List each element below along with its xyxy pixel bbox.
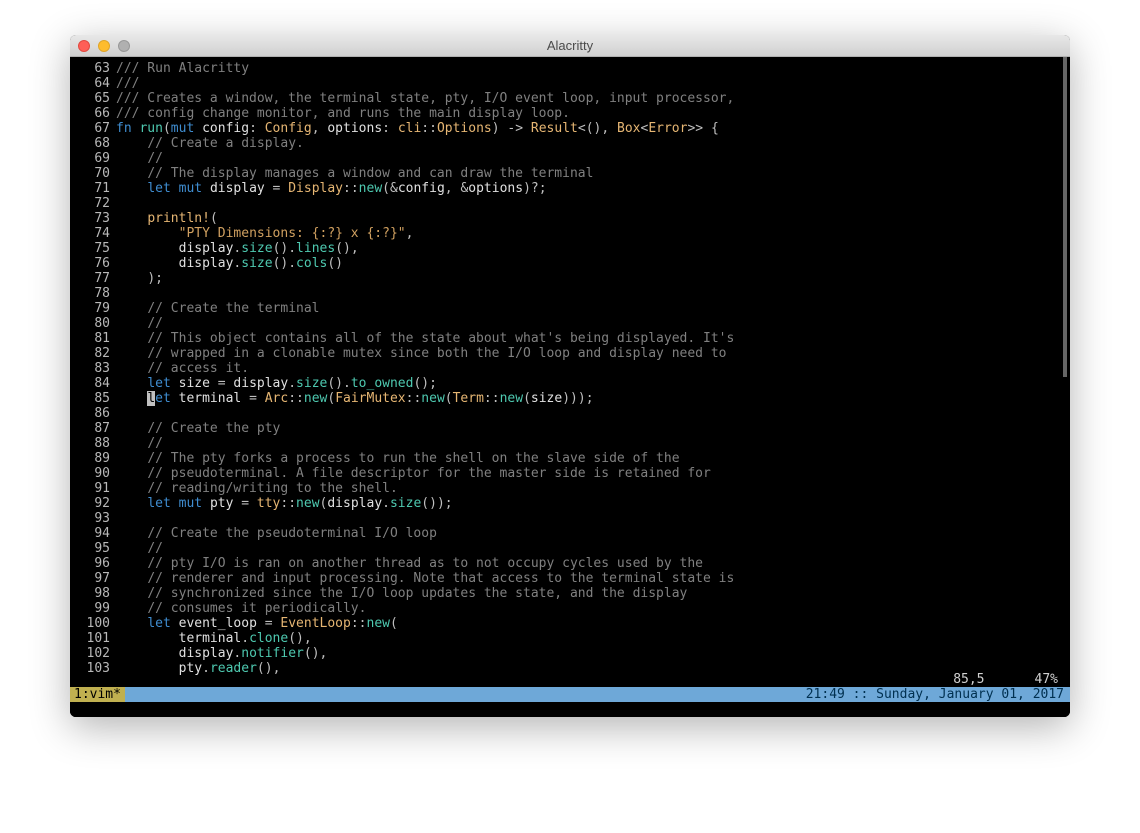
line-number: 73 (76, 211, 110, 226)
code-line: 68 // Create a display. (76, 136, 1070, 151)
line-number: 75 (76, 241, 110, 256)
line-number: 66 (76, 106, 110, 121)
line-number: 98 (76, 586, 110, 601)
line-number: 89 (76, 451, 110, 466)
code-line: 78 (76, 286, 1070, 301)
code-line: 90 // pseudoterminal. A file descriptor … (76, 466, 1070, 481)
zoom-icon[interactable] (118, 40, 130, 52)
close-icon[interactable] (78, 40, 90, 52)
line-number: 79 (76, 301, 110, 316)
code-line: 89 // The pty forks a process to run the… (76, 451, 1070, 466)
code-line: 64/// (76, 76, 1070, 91)
line-number: 90 (76, 466, 110, 481)
line-number: 95 (76, 541, 110, 556)
code-line: 80 // (76, 316, 1070, 331)
line-number: 92 (76, 496, 110, 511)
line-number: 93 (76, 511, 110, 526)
code-line: 75 display.size().lines(), (76, 241, 1070, 256)
line-number: 84 (76, 376, 110, 391)
code-line: 81 // This object contains all of the st… (76, 331, 1070, 346)
code-line: 67fn run(mut config: Config, options: cl… (76, 121, 1070, 136)
line-number: 76 (76, 256, 110, 271)
code-line: 97 // renderer and input processing. Not… (76, 571, 1070, 586)
ruler-percent: 47% (1035, 672, 1058, 687)
line-number: 65 (76, 91, 110, 106)
line-number: 97 (76, 571, 110, 586)
bottom-pad (70, 702, 1070, 717)
code-line: 84 let size = display.size().to_owned(); (76, 376, 1070, 391)
code-line: 93 (76, 511, 1070, 526)
code-line: 73 println!( (76, 211, 1070, 226)
code-line: 87 // Create the pty (76, 421, 1070, 436)
code-line: 66/// config change monitor, and runs th… (76, 106, 1070, 121)
line-number: 74 (76, 226, 110, 241)
scrollbar-thumb[interactable] (1063, 57, 1067, 377)
status-right: 21:49 :: Sunday, January 01, 2017 (806, 687, 1064, 702)
line-number: 77 (76, 271, 110, 286)
code-line: 82 // wrapped in a clonable mutex since … (76, 346, 1070, 361)
line-number: 78 (76, 286, 110, 301)
line-number: 88 (76, 436, 110, 451)
code-line: 76 display.size().cols() (76, 256, 1070, 271)
line-number: 91 (76, 481, 110, 496)
line-number: 68 (76, 136, 110, 151)
code-line: 96 // pty I/O is ran on another thread a… (76, 556, 1070, 571)
code-line: 91 // reading/writing to the shell. (76, 481, 1070, 496)
line-number: 86 (76, 406, 110, 421)
code-line: 65/// Creates a window, the terminal sta… (76, 91, 1070, 106)
code-line: 100 let event_loop = EventLoop::new( (76, 616, 1070, 631)
line-number: 103 (76, 661, 110, 676)
line-number: 63 (76, 61, 110, 76)
code-area[interactable]: 63/// Run Alacritty64///65/// Creates a … (70, 61, 1070, 676)
line-number: 99 (76, 601, 110, 616)
code-line: 72 (76, 196, 1070, 211)
code-line: 92 let mut pty = tty::new(display.size()… (76, 496, 1070, 511)
traffic-lights (70, 40, 130, 52)
code-line: 79 // Create the terminal (76, 301, 1070, 316)
line-number: 94 (76, 526, 110, 541)
line-number: 80 (76, 316, 110, 331)
line-number: 69 (76, 151, 110, 166)
titlebar[interactable]: Alacritty (70, 35, 1070, 57)
line-number: 100 (76, 616, 110, 631)
window-title: Alacritty (70, 38, 1070, 53)
code-line: 69 // (76, 151, 1070, 166)
vim-ruler: 85,5 47% (903, 672, 1058, 687)
line-number: 71 (76, 181, 110, 196)
code-line: 88 // (76, 436, 1070, 451)
code-line: 77 ); (76, 271, 1070, 286)
line-number: 70 (76, 166, 110, 181)
code-line: 86 (76, 406, 1070, 421)
code-line: 70 // The display manages a window and c… (76, 166, 1070, 181)
line-number: 67 (76, 121, 110, 136)
code-line: 99 // consumes it periodically. (76, 601, 1070, 616)
code-line: 63/// Run Alacritty (76, 61, 1070, 76)
code-line: 94 // Create the pseudoterminal I/O loop (76, 526, 1070, 541)
code-line: 83 // access it. (76, 361, 1070, 376)
app-window: Alacritty 63/// Run Alacritty64///65/// … (70, 35, 1070, 717)
line-number: 81 (76, 331, 110, 346)
status-left: 1:vim* (70, 687, 125, 702)
ruler-position: 85,5 (953, 672, 984, 687)
code-line: 101 terminal.clone(), (76, 631, 1070, 646)
line-number: 72 (76, 196, 110, 211)
terminal-area[interactable]: 63/// Run Alacritty64///65/// Creates a … (70, 57, 1070, 717)
line-number: 85 (76, 391, 110, 406)
status-bar: 1:vim* 21:49 :: Sunday, January 01, 2017 (70, 687, 1070, 702)
line-number: 101 (76, 631, 110, 646)
line-number: 96 (76, 556, 110, 571)
code-line: 98 // synchronized since the I/O loop up… (76, 586, 1070, 601)
code-line: 74 "PTY Dimensions: {:?} x {:?}", (76, 226, 1070, 241)
minimize-icon[interactable] (98, 40, 110, 52)
code-line: 71 let mut display = Display::new(&confi… (76, 181, 1070, 196)
code-line: 102 display.notifier(), (76, 646, 1070, 661)
code-line: 95 // (76, 541, 1070, 556)
line-number: 83 (76, 361, 110, 376)
line-number: 102 (76, 646, 110, 661)
code-line: 85 let terminal = Arc::new(FairMutex::ne… (76, 391, 1070, 406)
line-number: 64 (76, 76, 110, 91)
line-number: 87 (76, 421, 110, 436)
line-number: 82 (76, 346, 110, 361)
